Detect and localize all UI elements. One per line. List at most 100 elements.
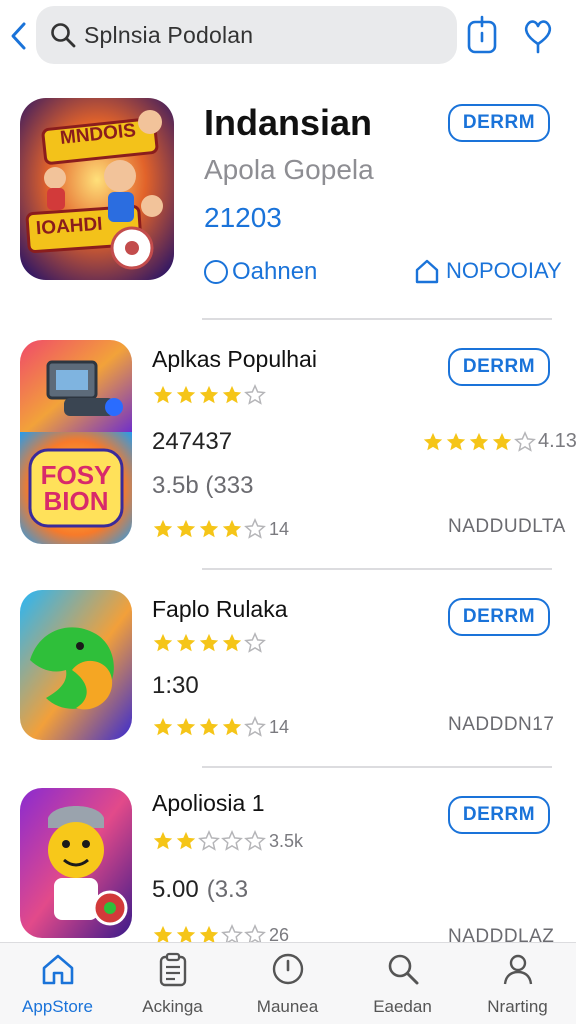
star-filled-icon <box>176 717 196 736</box>
star-empty-icon <box>244 716 266 737</box>
star-filled-icon <box>199 717 219 736</box>
character-art-image <box>20 788 132 938</box>
tab-label: Maunea <box>256 997 319 1016</box>
camera-art-image <box>20 340 132 436</box>
app-1-name[interactable]: Aplkas Populhai <box>152 346 317 373</box>
featured-app-number: 21203 <box>204 202 282 233</box>
tab-bar: AppStore Ackinga Maunea Eaedan Nrarting <box>0 942 576 1024</box>
app-3-rating <box>152 632 266 654</box>
search-icon <box>51 23 76 48</box>
search-field[interactable]: Splnsia Podolan <box>36 6 457 64</box>
search-icon <box>388 954 419 985</box>
star-filled-icon <box>153 831 173 850</box>
back-chevron-icon[interactable] <box>6 18 32 54</box>
app-2-stars <box>152 518 266 540</box>
star-empty-icon <box>221 830 243 851</box>
app-2-right-rating: 4.133 <box>422 430 576 453</box>
tab-nrarting[interactable]: Nrarting <box>460 943 575 1024</box>
clipboard-clock-icon[interactable] <box>464 14 500 56</box>
app-4-value: 5.00 <box>152 876 199 903</box>
app-1-rating <box>152 384 266 406</box>
app-3-right-label: NADDDN17 <box>448 714 555 735</box>
star-filled-icon <box>153 519 173 538</box>
star-filled-icon <box>176 385 196 404</box>
tab-eaedan[interactable]: Eaedan <box>345 943 460 1024</box>
featured-app-artwork[interactable]: MNDOIS IOAHDI <box>20 98 174 280</box>
app-2-artwork[interactable]: FOSY BION <box>20 432 132 544</box>
app-2-rating-count: 14 <box>269 518 290 539</box>
star-filled-icon <box>446 432 466 450</box>
featured-app-title[interactable]: Indansian <box>204 102 372 144</box>
top-bar: Splnsia Podolan <box>0 0 576 72</box>
featured-art-text-bottom: IOAHDI <box>35 213 104 240</box>
star-filled-icon <box>423 432 443 450</box>
featured-meta-left[interactable]: Oahnen <box>204 258 317 286</box>
featured-meta-right-label: NOPOOIAY <box>446 258 562 283</box>
star-filled-icon <box>469 432 489 450</box>
app-2-art-text: FOSY BION <box>40 460 112 516</box>
star-filled-icon <box>153 633 173 652</box>
star-filled-icon <box>176 831 196 850</box>
heart-share-icon[interactable] <box>520 14 556 56</box>
app-2-value: 247437 <box>152 428 233 455</box>
tab-label: Eaedan <box>373 997 432 1016</box>
app-2-subtext: 3.5b (333 <box>152 472 254 499</box>
app-2-right-label: NADDUDLTA <box>448 516 566 537</box>
person-icon <box>503 954 533 985</box>
star-empty-icon <box>244 632 266 653</box>
star-filled-icon <box>199 519 219 538</box>
star-empty-icon <box>198 830 220 851</box>
app-3-get-button[interactable]: DERRM <box>448 598 550 636</box>
star-filled-icon <box>153 717 173 736</box>
tab-label: AppStore <box>22 997 93 1016</box>
app-4-get-button[interactable]: DERRM <box>448 796 550 834</box>
divider <box>202 766 552 768</box>
app-4-name[interactable]: Apoliosia 1 <box>152 790 265 817</box>
app-3-value: 1:30 <box>152 672 199 699</box>
star-filled-icon <box>153 385 173 404</box>
tab-appstore[interactable]: AppStore <box>0 943 115 1024</box>
app-4-value-row: 5.00 (3.3 <box>152 876 248 904</box>
clipboard-icon <box>159 952 187 987</box>
star-filled-icon <box>176 519 196 538</box>
app-4-rating-count: 3.5k <box>269 830 304 851</box>
app-1-get-button[interactable]: DERRM <box>448 348 550 386</box>
app-4-rating-row: 3.5k <box>152 830 303 852</box>
green-blob-art-image <box>20 590 132 740</box>
app-4-artwork[interactable] <box>20 788 132 938</box>
app-3-rating-count: 14 <box>269 716 290 737</box>
star-filled-icon <box>222 385 242 404</box>
star-filled-icon <box>199 385 219 404</box>
app-3-artwork[interactable] <box>20 590 132 740</box>
app-1-artwork[interactable] <box>20 340 132 436</box>
star-empty-icon <box>244 830 266 851</box>
star-filled-icon <box>222 633 242 652</box>
star-filled-icon <box>222 717 242 736</box>
star-filled-icon <box>176 633 196 652</box>
featured-meta-right[interactable]: NOPOOIAY <box>414 258 562 284</box>
home-icon <box>42 954 74 985</box>
star-empty-icon <box>244 384 266 405</box>
divider <box>202 568 552 570</box>
clock-icon <box>272 953 304 985</box>
star-empty-icon <box>244 518 266 539</box>
app-3-name[interactable]: Faplo Rulaka <box>152 596 288 623</box>
star-filled-icon <box>492 432 512 450</box>
app-2-right-count: 4.133 <box>538 430 576 452</box>
app-4-value-suffix: (3.3 <box>206 876 249 903</box>
house-outline-icon <box>415 259 439 284</box>
featured-get-button[interactable]: DERRM <box>448 104 550 142</box>
tab-label: Ackinga <box>142 997 203 1016</box>
featured-meta-left-label: Oahnen <box>232 258 318 285</box>
featured-app-subtitle: Apola Gopela <box>204 154 374 185</box>
divider <box>202 318 552 320</box>
star-filled-icon <box>222 519 242 538</box>
app-2-right-stars <box>422 430 536 453</box>
tab-maunea[interactable]: Maunea <box>230 943 345 1024</box>
app-3-stars-2 <box>152 716 266 738</box>
star-filled-icon <box>199 633 219 652</box>
tab-ackinga[interactable]: Ackinga <box>115 943 230 1024</box>
star-empty-icon <box>514 430 536 452</box>
circle-icon <box>204 260 228 284</box>
tab-label: Nrarting <box>487 997 548 1016</box>
